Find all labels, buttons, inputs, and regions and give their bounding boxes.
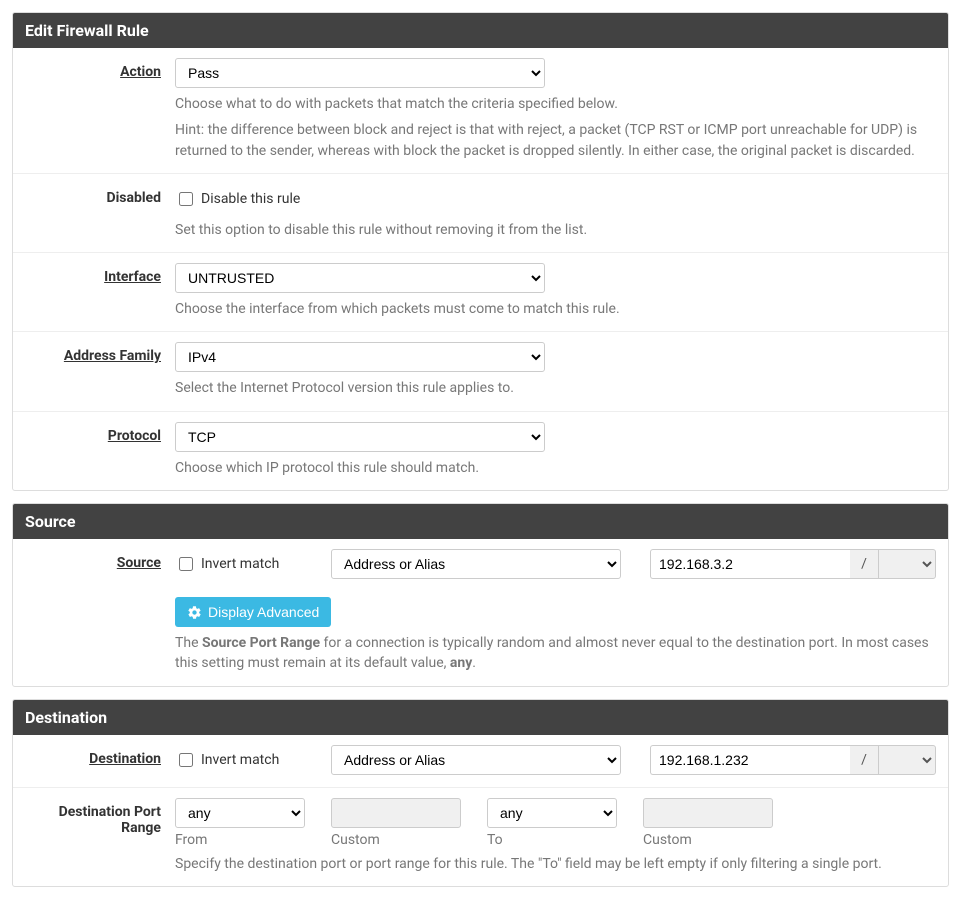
interface-select[interactable]: UNTRUSTED	[175, 263, 545, 293]
panel-source: Source Source Invert match Address or Al…	[12, 503, 949, 687]
display-advanced-button[interactable]: Display Advanced	[175, 597, 331, 627]
label-address-family: Address Family	[25, 342, 175, 364]
destination-invert-label: Invert match	[201, 752, 279, 768]
source-mask-separator: /	[850, 549, 878, 579]
help-interface: Choose the interface from which packets …	[175, 299, 936, 319]
destination-mask-select[interactable]	[878, 745, 936, 775]
panel-header-edit: Edit Firewall Rule	[13, 13, 948, 48]
dport-from-select[interactable]: any	[175, 798, 305, 828]
display-advanced-label: Display Advanced	[208, 604, 319, 620]
row-interface: Interface UNTRUSTED Choose the interface…	[13, 253, 948, 332]
dport-custom1-label: Custom	[331, 832, 461, 848]
disabled-checkbox[interactable]	[179, 192, 193, 206]
dport-to-custom-input[interactable]	[643, 798, 773, 828]
panel-header-destination: Destination	[13, 700, 948, 735]
source-invert-label: Invert match	[201, 556, 279, 572]
gear-icon	[187, 605, 202, 620]
source-address-input[interactable]	[650, 549, 850, 579]
panel-edit-rule: Edit Firewall Rule Action Pass Choose wh…	[12, 12, 949, 491]
destination-mask-separator: /	[850, 745, 878, 775]
row-destination-port: Destination Port Range any From Custom a…	[13, 788, 948, 886]
action-select[interactable]: Pass	[175, 58, 545, 88]
source-type-select[interactable]: Address or Alias	[331, 549, 621, 579]
label-destination-port: Destination Port Range	[25, 798, 175, 836]
label-action: Action	[25, 58, 175, 80]
label-protocol: Protocol	[25, 422, 175, 444]
help-dport: Specify the destination port or port ran…	[175, 854, 936, 874]
label-source: Source	[25, 549, 175, 571]
dport-to-label: To	[487, 832, 617, 848]
source-mask-select[interactable]	[878, 549, 936, 579]
help-action-2: Hint: the difference between block and r…	[175, 120, 936, 161]
address-family-select[interactable]: IPv4	[175, 342, 545, 372]
row-protocol: Protocol TCP Choose which IP protocol th…	[13, 412, 948, 490]
dport-from-custom-input[interactable]	[331, 798, 461, 828]
label-destination: Destination	[25, 745, 175, 767]
row-address-family: Address Family IPv4 Select the Internet …	[13, 332, 948, 411]
protocol-select[interactable]: TCP	[175, 422, 545, 452]
label-disabled: Disabled	[25, 184, 175, 206]
help-protocol: Choose which IP protocol this rule shoul…	[175, 458, 936, 478]
row-source: Source Invert match Address or Alias /	[13, 539, 948, 686]
destination-type-select[interactable]: Address or Alias	[331, 745, 621, 775]
row-disabled: Disabled Disable this rule Set this opti…	[13, 174, 948, 253]
help-af: Select the Internet Protocol version thi…	[175, 378, 936, 398]
disabled-checkbox-label: Disable this rule	[201, 191, 300, 207]
panel-header-source: Source	[13, 504, 948, 539]
help-disabled: Set this option to disable this rule wit…	[175, 220, 936, 240]
destination-invert-checkbox[interactable]	[179, 753, 193, 767]
help-action-1: Choose what to do with packets that matc…	[175, 94, 936, 114]
panel-destination: Destination Destination Invert match Add…	[12, 699, 949, 887]
dport-to-select[interactable]: any	[487, 798, 617, 828]
source-invert-checkbox[interactable]	[179, 557, 193, 571]
dport-from-label: From	[175, 832, 305, 848]
label-interface: Interface	[25, 263, 175, 285]
row-action: Action Pass Choose what to do with packe…	[13, 48, 948, 174]
help-source: The Source Port Range for a connection i…	[175, 633, 936, 674]
row-destination: Destination Invert match Address or Alia…	[13, 735, 948, 788]
dport-custom2-label: Custom	[643, 832, 773, 848]
destination-address-input[interactable]	[650, 745, 850, 775]
